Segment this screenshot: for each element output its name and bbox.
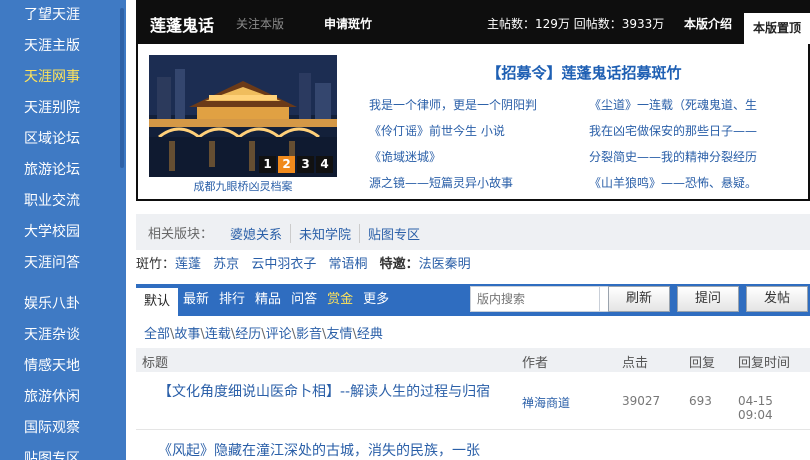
featured-links-row: 源之镜——短篇灵异小故事 《山羊狼鸣》——恐怖、悬疑。 [369,170,809,196]
moderator-link[interactable]: 莲蓬 [175,257,201,272]
related-forums-bar: 相关版块： 婆媳关系 未知学院 贴图专区 [136,214,810,250]
featured-links-row: 《伶仃谣》前世今生 小说 我在凶宅做保安的那些日子—— [369,118,809,144]
featured-link[interactable]: 分裂简史——我的精神分裂经历 [589,144,809,170]
featured-link[interactable]: 《尘道》一连载（死魂鬼道、生 [589,92,809,118]
special-guest-label: 特邀： [379,257,419,272]
featured-link[interactable]: 我在凶宅做保安的那些日子—— [589,118,809,144]
sidebar-item[interactable]: 天涯主版 [0,31,126,62]
sidebar-item[interactable]: 了望天涯 [0,0,126,31]
filter-link[interactable]: 经历 [235,327,261,342]
related-forums-links: 婆媳关系 未知学院 贴图专区 [222,224,428,243]
follow-forum-link[interactable]: 关注本版 [236,15,284,32]
thread-reply-time: 04-15 09:04 [738,394,773,422]
slideshow-pager: 1 2 3 4 [259,156,333,173]
tab-forum-intro[interactable]: 本版介绍 [684,15,732,32]
filter-link[interactable]: 连载 [205,327,231,342]
forum-stats: 主帖数：129万 回帖数：3933万 [487,17,665,31]
moderator-link[interactable]: 云中羽衣子 [251,257,316,272]
table-row: 【文化角度细说山医命卜相】--解读人生的过程与归宿 禅海商道 39027 693… [136,372,810,430]
moderators-label: 斑竹： [136,257,176,272]
featured-links: 我是一个律师，更是一个阴阳判 《尘道》一连载（死魂鬼道、生 《伶仃谣》前世今生 … [369,92,809,196]
filter-link[interactable]: 故事 [174,327,200,342]
filter-link[interactable]: 评论 [266,327,292,342]
sidebar-nav: 了望天涯 天涯主版 天涯网事 天涯别院 区域论坛 旅游论坛 职业交流 大学校园 … [0,0,126,460]
sidebar-item[interactable]: 大学校园 [0,217,126,248]
sidebar-item-active[interactable]: 天涯网事 [0,62,126,93]
featured-box: 1 2 3 4 成都九眼桥凶灵档案 【招募令】莲蓬鬼话招募斑竹 我是一个律师，更… [136,44,810,201]
sidebar-item[interactable]: 旅游休闲 [0,382,126,413]
thread-replies: 693 [689,394,712,408]
related-forum-link[interactable]: 未知学院 [290,224,359,243]
featured-headline-link[interactable]: 【招募令】莲蓬鬼话招募斑竹 [364,62,804,83]
thread-title-link[interactable]: 【文化角度细说山医命卜相】--解读人生的过程与归宿 [158,382,518,403]
category-filter: 全部\故事\连载\经历\评论\影音\友情\经典 [144,323,383,342]
slide-page-button[interactable]: 3 [297,156,314,173]
column-header-title: 标题 [142,356,169,371]
filter-link[interactable]: 经典 [357,327,383,342]
forum-search-input[interactable] [470,286,600,312]
featured-links-row: 我是一个律师，更是一个阴阳判 《尘道》一连载（死魂鬼道、生 [369,92,809,118]
column-header-reply-time: 回复时间 [738,356,791,371]
sidebar-item[interactable]: 国际观察 [0,413,126,444]
featured-link[interactable]: 《山羊狼鸣》——恐怖、悬疑。 [589,170,809,196]
slide-page-button[interactable]: 1 [259,156,276,173]
sidebar-item[interactable]: 贴图专区 [0,444,126,460]
forum-header: 莲蓬鬼话 关注本版 申请斑竹 主帖数：129万 回帖数：3933万 本版介绍 本… [136,0,810,44]
featured-link[interactable]: 《伶仃谣》前世今生 小说 [369,118,589,144]
featured-link[interactable]: 我是一个律师，更是一个阴阳判 [369,92,589,118]
ask-question-button[interactable]: 提问 [677,286,739,312]
sidebar-item[interactable]: 娱乐八卦 [0,289,126,320]
slide-page-button[interactable]: 4 [316,156,333,173]
forum-title[interactable]: 莲蓬鬼话 [150,12,214,36]
photo-caption-link[interactable]: 成都九眼桥凶灵档案 [149,178,337,194]
filter-link[interactable]: 影音 [296,327,322,342]
tab-more[interactable]: 更多 [358,284,394,316]
featured-links-row: 《诡域迷城》 分裂简史——我的精神分裂经历 [369,144,809,170]
filter-link[interactable]: 全部 [144,327,170,342]
sidebar-item[interactable]: 天涯别院 [0,93,126,124]
tab-bounty[interactable]: 赏金 [322,284,358,316]
tab-forum-pinned[interactable]: 本版置顶 [744,13,810,44]
thread-title-link[interactable]: 《风起》隐藏在潼江深处的古城，消失的民族，一张 [158,441,518,460]
sidebar-item[interactable]: 职业交流 [0,186,126,217]
sidebar-item[interactable]: 旅游论坛 [0,155,126,186]
slide-page-button-active[interactable]: 2 [278,156,295,173]
thread-clicks: 39027 [622,394,661,408]
sidebar-scrollbar[interactable] [120,8,124,168]
table-header: 标题 作者 点击 回复 回复时间 [136,348,810,372]
sidebar-item[interactable]: 天涯杂谈 [0,320,126,351]
tab-ranking[interactable]: 排行 [214,284,250,316]
featured-photo[interactable]: 1 2 3 4 [149,55,337,177]
post-list-toolbar: 默认 最新 排行 精品 问答 赏金 更多 刷新 提问 发帖 [136,284,810,316]
refresh-button[interactable]: 刷新 [608,286,670,312]
tab-default[interactable]: 默认 [136,288,179,316]
main-content: 莲蓬鬼话 关注本版 申请斑竹 主帖数：129万 回帖数：3933万 本版介绍 本… [136,0,810,460]
moderator-link[interactable]: 苏京 [213,257,239,272]
filter-link[interactable]: 友情 [326,327,352,342]
tab-latest[interactable]: 最新 [178,284,214,316]
thread-author-link[interactable]: 禅海商道 [522,394,570,411]
special-guest-link[interactable]: 法医秦明 [419,257,471,272]
sidebar-item[interactable]: 区域论坛 [0,124,126,155]
apply-moderator-link[interactable]: 申请斑竹 [324,15,372,32]
column-header-author: 作者 [522,356,549,371]
moderators-line: 斑竹：莲蓬 苏京 云中羽衣子 常语桐 特邀：法医秦明 [136,253,810,275]
sidebar-item[interactable]: 天涯问答 [0,248,126,279]
featured-link[interactable]: 《诡域迷城》 [369,144,589,170]
related-forums-label: 相关版块： [148,227,214,242]
column-header-replies: 回复 [689,356,716,371]
column-header-clicks: 点击 [622,356,649,371]
sidebar-item[interactable]: 情感天地 [0,351,126,382]
related-forum-link[interactable]: 婆媳关系 [222,224,290,243]
moderator-link[interactable]: 常语桐 [328,257,367,272]
table-row: 《风起》隐藏在潼江深处的古城，消失的民族，一张 [136,431,810,460]
related-forum-link[interactable]: 贴图专区 [359,224,428,243]
tab-featured[interactable]: 精品 [250,284,286,316]
new-post-button[interactable]: 发帖 [746,286,808,312]
featured-link[interactable]: 源之镜——短篇灵异小故事 [369,170,589,196]
sort-tabs: 默认 最新 排行 精品 问答 赏金 更多 [136,284,394,316]
tab-qa[interactable]: 问答 [286,284,322,316]
